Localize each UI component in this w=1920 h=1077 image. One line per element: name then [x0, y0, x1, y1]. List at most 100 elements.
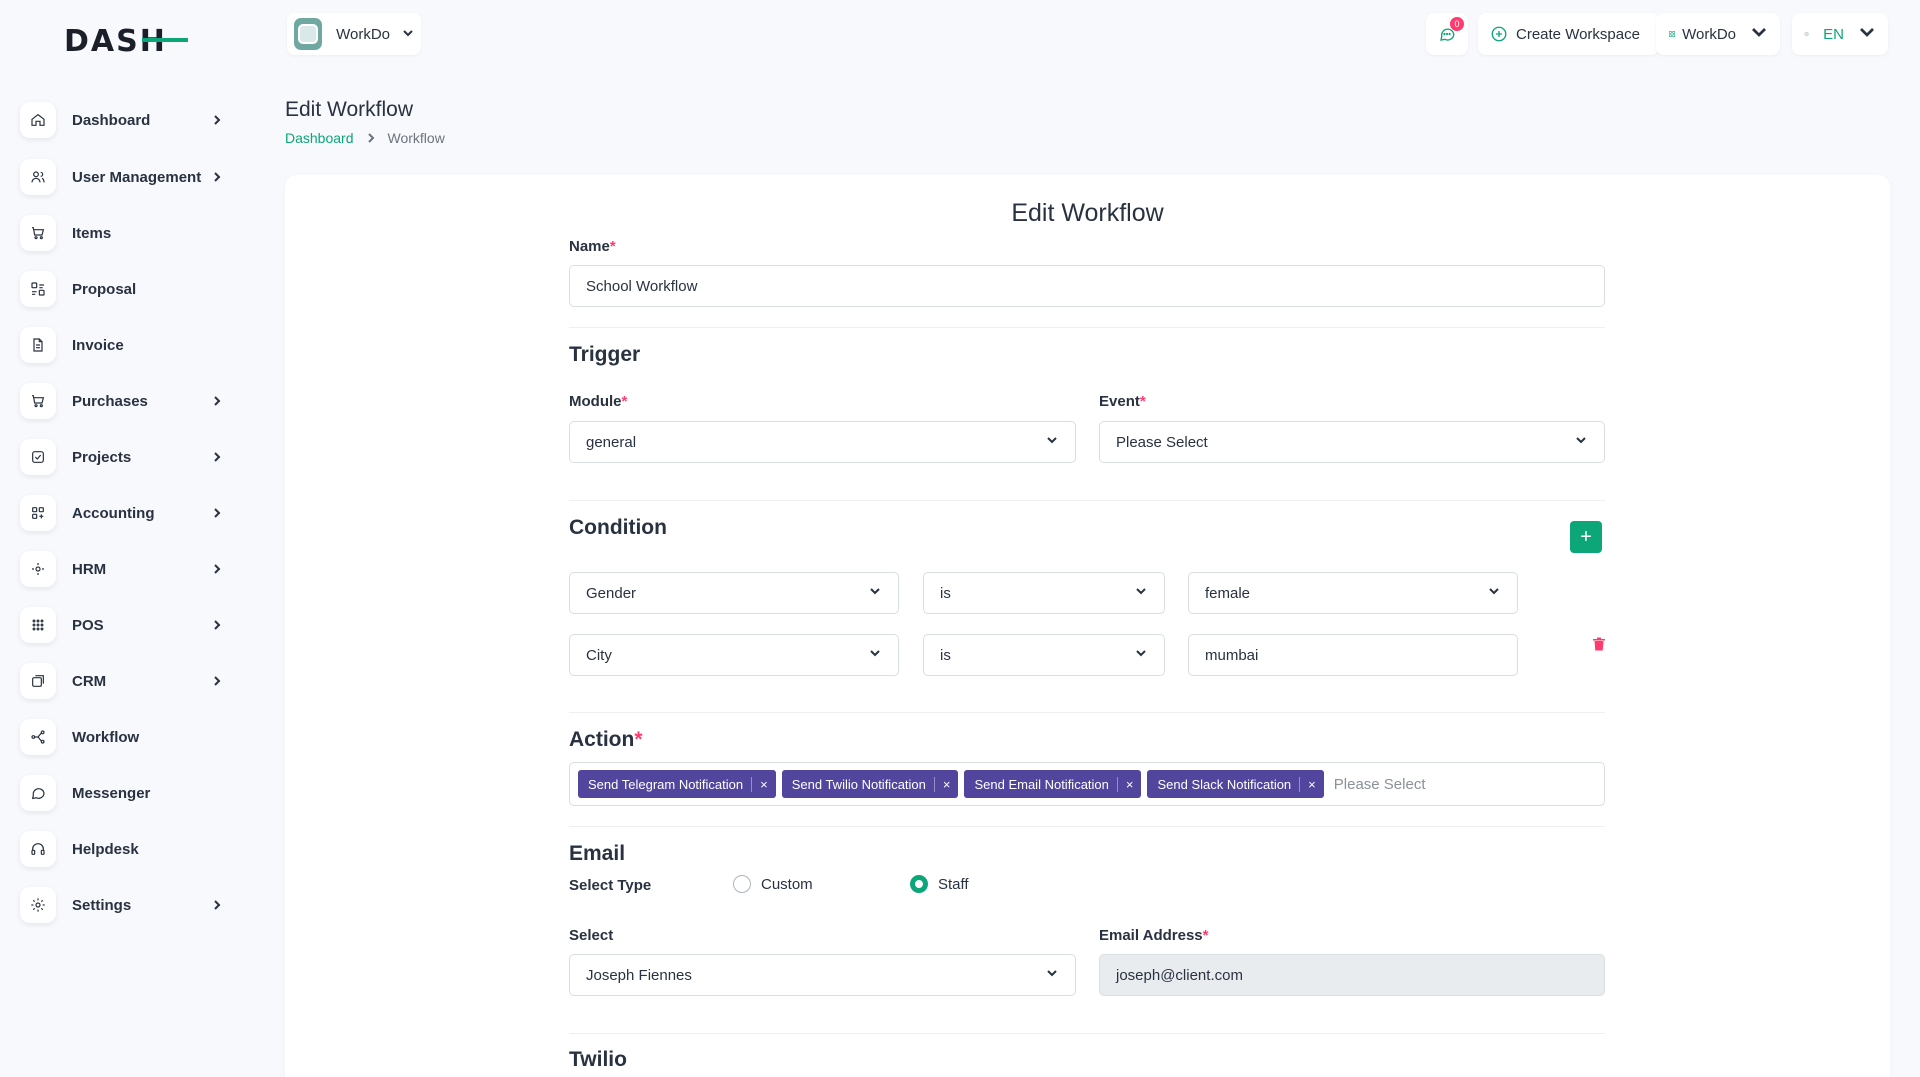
divider	[569, 1033, 1605, 1034]
create-workspace-button[interactable]: Create Workspace	[1478, 13, 1659, 55]
sidebar-item-label: HRM	[72, 560, 107, 578]
language-selector[interactable]: EN	[1792, 13, 1888, 55]
workspace-avatar	[294, 18, 323, 50]
chevron-right-icon	[210, 450, 224, 464]
sidebar-item-messenger[interactable]: Messenger	[20, 771, 230, 815]
event-select[interactable]: Please Select	[1099, 421, 1605, 463]
sidebar-item-user-management[interactable]: User Management	[20, 155, 230, 199]
sidebar-item-dashboard[interactable]: Dashboard	[20, 98, 230, 142]
sidebar-item-proposal[interactable]: Proposal	[20, 267, 230, 311]
condition-value-select[interactable]: female	[1188, 572, 1518, 614]
condition-field-select[interactable]: City	[569, 634, 899, 676]
action-heading: Action*	[569, 728, 643, 751]
email-address-label: Email Address*	[1099, 927, 1209, 944]
trash-icon[interactable]	[1591, 636, 1607, 656]
sidebar-item-helpdesk[interactable]: Helpdesk	[20, 827, 230, 871]
grid-icon	[20, 495, 56, 531]
headset-icon	[20, 831, 56, 867]
radio-circle-selected	[910, 875, 928, 893]
tag-remove-icon[interactable]: ×	[933, 776, 959, 792]
workflow-icon	[20, 719, 56, 755]
radio-custom[interactable]: Custom	[733, 875, 813, 893]
radio-staff[interactable]: Staff	[910, 875, 969, 893]
name-label: Name*	[569, 238, 616, 255]
action-tag: Send Telegram Notification ×	[578, 770, 776, 798]
condition-field-select[interactable]: Gender	[569, 572, 899, 614]
tag-remove-icon[interactable]: ×	[1299, 776, 1324, 792]
chevron-right-icon	[210, 898, 224, 912]
trigger-heading: Trigger	[569, 343, 641, 366]
sidebar-item-label: CRM	[72, 672, 107, 690]
radio-circle	[733, 875, 751, 893]
breadcrumb: Dashboard Workflow	[285, 130, 445, 146]
sidebar-item-label: Projects	[72, 448, 132, 466]
hrm-icon	[20, 551, 56, 587]
sidebar-item-crm[interactable]: CRM	[20, 659, 230, 703]
plus-circle-icon	[1491, 26, 1507, 42]
gear-icon	[20, 887, 56, 923]
chevron-down-icon	[402, 26, 414, 43]
workspace-name: WorkDo	[336, 25, 390, 43]
checkbox-icon	[20, 439, 56, 475]
email-address-input: joseph@client.com	[1099, 954, 1605, 996]
apps-icon	[1669, 30, 1676, 38]
breadcrumb-current: Workflow	[387, 130, 445, 146]
proposal-icon	[20, 271, 56, 307]
sidebar-item-settings[interactable]: Settings	[20, 883, 230, 927]
globe-icon	[1804, 31, 1809, 37]
chevron-down-icon	[1858, 23, 1876, 45]
chevron-right-icon	[210, 394, 224, 408]
sidebar-item-label: User Management	[72, 168, 202, 186]
sidebar-item-label: Settings	[72, 896, 132, 914]
chevron-down-icon	[1045, 433, 1059, 451]
email-recipient-select[interactable]: Joseph Fiennes	[569, 954, 1076, 996]
chevron-down-icon	[1134, 646, 1148, 664]
chevron-down-icon	[868, 584, 882, 602]
sidebar-item-hrm[interactable]: HRM	[20, 547, 230, 591]
divider	[569, 826, 1605, 827]
action-placeholder[interactable]: Please Select	[1334, 776, 1426, 793]
sidebar-item-label: POS	[72, 616, 104, 634]
breadcrumb-dashboard-link[interactable]: Dashboard	[285, 130, 354, 146]
email-heading: Email	[569, 842, 626, 865]
sidebar-item-projects[interactable]: Projects	[20, 435, 230, 479]
users-icon	[20, 159, 56, 195]
sidebar-item-label: Helpdesk	[72, 840, 139, 858]
sidebar-item-pos[interactable]: POS	[20, 603, 230, 647]
add-condition-button[interactable]: +	[1570, 521, 1602, 553]
condition-operator-select[interactable]: is	[923, 634, 1165, 676]
chevron-right-icon	[210, 618, 224, 632]
chevron-right-icon	[210, 562, 224, 576]
sidebar-item-items[interactable]: Items	[20, 211, 230, 255]
sidebar-item-label: Proposal	[72, 280, 137, 298]
chevron-right-icon	[210, 674, 224, 688]
chevron-down-icon	[1487, 584, 1501, 602]
condition-operator-select[interactable]: is	[923, 572, 1165, 614]
chevron-right-icon	[210, 506, 224, 520]
chevron-down-icon	[1574, 433, 1588, 451]
module-label: Module*	[569, 393, 628, 410]
sidebar-item-accounting[interactable]: Accounting	[20, 491, 230, 535]
chevron-down-icon	[1134, 584, 1148, 602]
sidebar-item-label: Workflow	[72, 728, 140, 746]
sidebar-item-invoice[interactable]: Invoice	[20, 323, 230, 367]
page-title: Edit Workflow	[285, 98, 413, 121]
sidebar-item-workflow[interactable]: Workflow	[20, 715, 230, 759]
language-label: EN	[1823, 25, 1844, 43]
name-input[interactable]: School Workflow	[569, 265, 1605, 307]
sidebar-item-purchases[interactable]: Purchases	[20, 379, 230, 423]
crm-icon	[20, 663, 56, 699]
divider	[569, 327, 1605, 328]
workspace-switcher[interactable]: WorkDo	[287, 13, 421, 55]
divider	[569, 500, 1605, 501]
tag-remove-icon[interactable]: ×	[1116, 776, 1142, 792]
condition-value-input[interactable]: mumbai	[1188, 634, 1518, 676]
sidebar-item-label: Invoice	[72, 336, 124, 354]
cart-icon	[20, 383, 56, 419]
chevron-right-icon	[354, 130, 388, 146]
module-select[interactable]: general	[569, 421, 1076, 463]
user-workspace-menu[interactable]: WorkDo	[1656, 13, 1780, 55]
messages-button[interactable]: 0	[1426, 13, 1468, 55]
action-multiselect[interactable]: Send Telegram Notification × Send Twilio …	[569, 762, 1605, 806]
tag-remove-icon[interactable]: ×	[751, 776, 776, 792]
